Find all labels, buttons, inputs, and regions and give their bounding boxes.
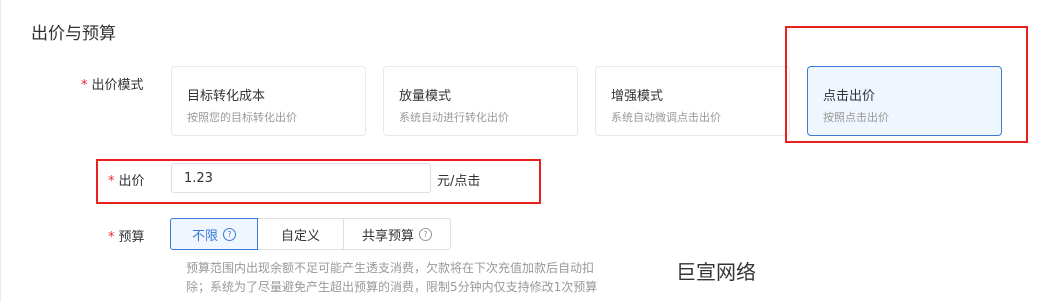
- budget-option-unlimited[interactable]: 不限 ?: [170, 218, 258, 250]
- budget-label-text: 预算: [118, 230, 145, 245]
- mode-card-desc: 系统自动微调点击出价: [611, 111, 721, 124]
- mode-card-enhanced[interactable]: 增强模式 系统自动微调点击出价: [595, 66, 790, 136]
- question-circle-icon[interactable]: ?: [223, 227, 236, 241]
- mode-card-desc: 系统自动进行转化出价: [399, 111, 509, 124]
- mode-card-title: 目标转化成本: [187, 89, 266, 104]
- required-mark: *: [108, 174, 115, 189]
- mode-card-click-bid[interactable]: 点击出价 按照点击出价: [807, 66, 1002, 136]
- budget-option-label: 不限: [191, 228, 218, 244]
- budget-option-label: 共享预算: [361, 228, 414, 244]
- watermark-text: 巨宣网络: [676, 260, 756, 284]
- mode-card-target-cost[interactable]: 目标转化成本 按照您的目标转化出价: [171, 66, 366, 136]
- question-circle-icon[interactable]: ?: [419, 227, 432, 241]
- bid-mode-label-text: 出价模式: [91, 78, 144, 93]
- budget-option-label: 自定义: [280, 228, 320, 244]
- budget-option-custom[interactable]: 自定义: [258, 218, 344, 250]
- mode-card-desc: 按照点击出价: [823, 111, 889, 124]
- budget-hint-line-1: 预算范围内出现余额不足可能产生透支消费，欠款将在下次充值加款后自动扣: [186, 261, 595, 275]
- bid-unit: 元/点击: [437, 174, 481, 189]
- budget-option-shared[interactable]: 共享预算 ?: [344, 218, 451, 250]
- bid-label-text: 出价: [118, 174, 145, 189]
- budget-hint-line-2: 除；系统为了尽量避免产生超出预算的消费，限制5分钟内仅支持修改1次预算: [186, 280, 598, 294]
- mode-card-title: 增强模式: [611, 89, 664, 104]
- mode-card-title: 放量模式: [399, 89, 452, 104]
- required-mark: *: [108, 230, 115, 245]
- mode-card-title: 点击出价: [823, 89, 876, 104]
- mode-card-volume[interactable]: 放量模式 系统自动进行转化出价: [383, 66, 578, 136]
- bid-mode-label: * 出价模式: [81, 74, 144, 93]
- budget-label: * 预算: [108, 226, 145, 245]
- section-title: 出价与预算: [31, 24, 116, 44]
- mode-card-desc: 按照您的目标转化出价: [187, 111, 297, 124]
- bid-input[interactable]: [171, 163, 431, 193]
- bid-label: * 出价: [108, 170, 145, 189]
- required-mark: *: [81, 78, 88, 93]
- budget-radio-group: 不限 ? 自定义 共享预算 ?: [170, 218, 451, 250]
- page-frame: [0, 0, 1053, 302]
